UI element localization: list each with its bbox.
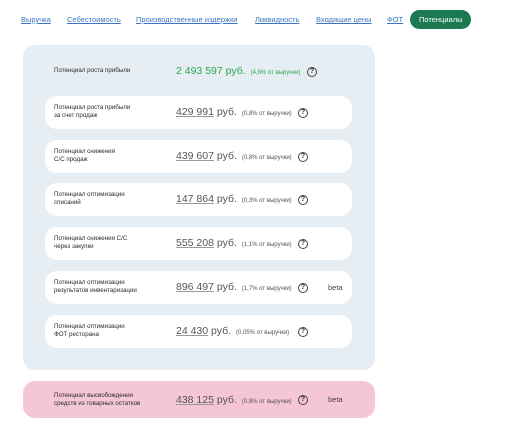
tab-incoming-prices[interactable]: Входящие цены [316, 15, 372, 24]
potential-card-writeoffs[interactable]: Потенциал оптимизации списаний 147 864 р… [45, 183, 352, 216]
card-amount: 438 125 руб. (0,8% от выручки) [176, 394, 292, 406]
beta-badge: beta [328, 283, 343, 292]
card-percent: (0,8% от выручки) [241, 155, 292, 161]
help-icon[interactable]: ? [298, 327, 308, 337]
card-label: Потенциал оптимизации ФОТ ресторана [54, 323, 125, 338]
help-icon[interactable]: ? [298, 152, 308, 162]
card-label: Потенциал высвобождения средств из товар… [54, 392, 141, 407]
card-percent: (0,05% от выручки) [236, 330, 290, 336]
card-amount: 24 430 руб. (0,05% от выручки) [176, 325, 289, 337]
card-amount: 147 864 руб. (0,3% от выручки) [176, 193, 292, 205]
card-currency: руб. [216, 281, 237, 293]
potential-card-sales[interactable]: Потенциал роста прибыли за счет продаж 4… [45, 96, 352, 129]
card-value[interactable]: 24 430 [176, 325, 208, 337]
card-amount: 555 208 руб. (1,1% от выручки) [176, 237, 292, 249]
card-percent: (0,8% от выручки) [241, 111, 292, 117]
tab-revenue[interactable]: Выручка [21, 15, 51, 24]
card-amount: 429 991 руб. (0,8% от выручки) [176, 106, 292, 118]
help-icon[interactable]: ? [307, 67, 317, 77]
card-currency: руб. [216, 394, 237, 406]
help-icon[interactable]: ? [298, 195, 308, 205]
card-label: Потенциал оптимизации списаний [54, 191, 125, 206]
potential-card-inventory-results[interactable]: Потенциал оптимизации результатов инвент… [45, 271, 352, 304]
card-currency: руб. [216, 237, 237, 249]
help-icon[interactable]: ? [298, 395, 308, 405]
summary-label: Потенциал роста прибыли [54, 67, 131, 74]
card-value[interactable]: 429 991 [176, 106, 214, 118]
help-icon[interactable]: ? [298, 283, 308, 293]
card-currency: руб. [216, 106, 237, 118]
card-percent: (1,7% от выручки) [241, 286, 292, 292]
card-label: Потенциал снижения С/С через закупки [54, 235, 128, 250]
summary-amount: 2 493 597 руб. (4,8% от выручки) [176, 65, 300, 77]
card-value[interactable]: 147 864 [176, 193, 214, 205]
card-label: Потенциал оптимизации результатов инвент… [54, 279, 137, 294]
card-currency: руб. [216, 193, 237, 205]
potential-card-payroll[interactable]: Потенциал оптимизации ФОТ ресторана 24 4… [45, 315, 352, 348]
card-currency: руб. [211, 325, 232, 337]
tab-cost[interactable]: Себестоимость [67, 15, 121, 24]
card-percent: (0,8% от выручки) [241, 399, 292, 405]
tab-payroll[interactable]: ФОТ [387, 15, 403, 24]
card-percent: (1,1% от выручки) [241, 242, 292, 248]
card-amount: 439 607 руб. (0,8% от выручки) [176, 150, 292, 162]
summary-currency: руб. [225, 65, 246, 77]
potential-card-cogs[interactable]: Потенциал снижения С/С продаж 439 607 ру… [45, 140, 352, 173]
tab-liquidity[interactable]: Ликвидность [255, 15, 299, 24]
beta-badge: beta [328, 395, 343, 404]
card-amount: 896 497 руб. (1,7% от выручки) [176, 281, 292, 293]
card-currency: руб. [216, 150, 237, 162]
summary-value: 2 493 597 [176, 65, 223, 77]
card-value[interactable]: 439 607 [176, 150, 214, 162]
card-percent: (0,3% от выручки) [241, 198, 292, 204]
card-label: Потенциал роста прибыли за счет продаж [54, 104, 131, 119]
card-label: Потенциал снижения С/С продаж [54, 148, 115, 163]
card-value[interactable]: 896 497 [176, 281, 214, 293]
card-value[interactable]: 555 208 [176, 237, 214, 249]
help-icon[interactable]: ? [298, 239, 308, 249]
potential-card-purchases[interactable]: Потенциал снижения С/С через закупки 555… [45, 227, 352, 260]
help-icon[interactable]: ? [298, 108, 308, 118]
tab-production-costs[interactable]: Производственные издержки [136, 15, 238, 24]
card-value[interactable]: 438 125 [176, 394, 214, 406]
tab-potentials[interactable]: Потенциалы [410, 10, 472, 29]
summary-percent: (4,8% от выручки) [250, 70, 301, 76]
tab-bar: Выручка Себестоимость Производственные и… [0, 10, 512, 30]
inventory-release-card[interactable]: Потенциал высвобождения средств из товар… [23, 381, 375, 418]
